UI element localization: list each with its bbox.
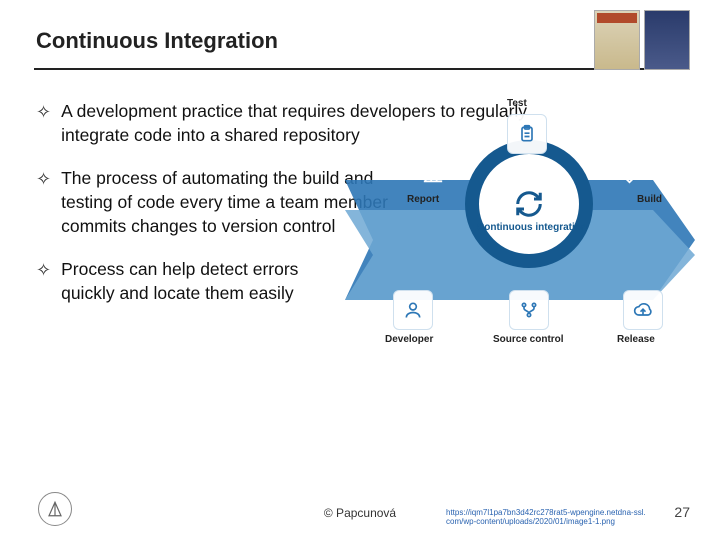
diagram-label-build: Build bbox=[637, 194, 662, 205]
diagram-label-release: Release bbox=[617, 334, 655, 345]
institution-seal-icon bbox=[38, 492, 72, 526]
diagram-label-test: Test bbox=[507, 98, 527, 109]
ci-center-label: Continuous integration bbox=[477, 222, 587, 233]
cloud-upload-icon bbox=[623, 290, 663, 330]
ci-cycle-ring bbox=[465, 140, 593, 268]
slide-body: ✧ A development practice that requires d… bbox=[0, 70, 720, 305]
slide-title: Continuous Integration bbox=[36, 28, 684, 54]
ci-diagram: Continuous integration Test Report Build… bbox=[345, 110, 695, 380]
wrench-icon bbox=[615, 154, 655, 194]
slide-footer: © Papcunová https://iqm7l1pa7bn3d42rc278… bbox=[0, 490, 720, 530]
diagram-label-source-control: Source control bbox=[493, 334, 564, 345]
header-thumbnails bbox=[594, 10, 690, 70]
bullet-marker: ✧ bbox=[36, 167, 51, 191]
bullet-marker: ✧ bbox=[36, 100, 51, 124]
refresh-icon bbox=[509, 184, 549, 224]
person-icon bbox=[393, 290, 433, 330]
slide-header: Continuous Integration bbox=[0, 0, 720, 68]
bullet-text: The process of automating the build and … bbox=[61, 167, 391, 238]
thumbnail-image bbox=[644, 10, 690, 70]
image-source-url: https://iqm7l1pa7bn3d42rc278rat5-wpengin… bbox=[446, 508, 646, 526]
clipboard-icon bbox=[507, 114, 547, 154]
chart-icon bbox=[413, 154, 453, 194]
bullet-marker: ✧ bbox=[36, 258, 51, 282]
branch-icon bbox=[509, 290, 549, 330]
page-number: 27 bbox=[674, 504, 690, 520]
diagram-label-report: Report bbox=[407, 194, 439, 205]
bullet-text: Process can help detect errors quickly a… bbox=[61, 258, 331, 305]
diagram-label-developer: Developer bbox=[385, 334, 433, 345]
thumbnail-image bbox=[594, 10, 640, 70]
copyright-text: © Papcunová bbox=[324, 506, 396, 520]
